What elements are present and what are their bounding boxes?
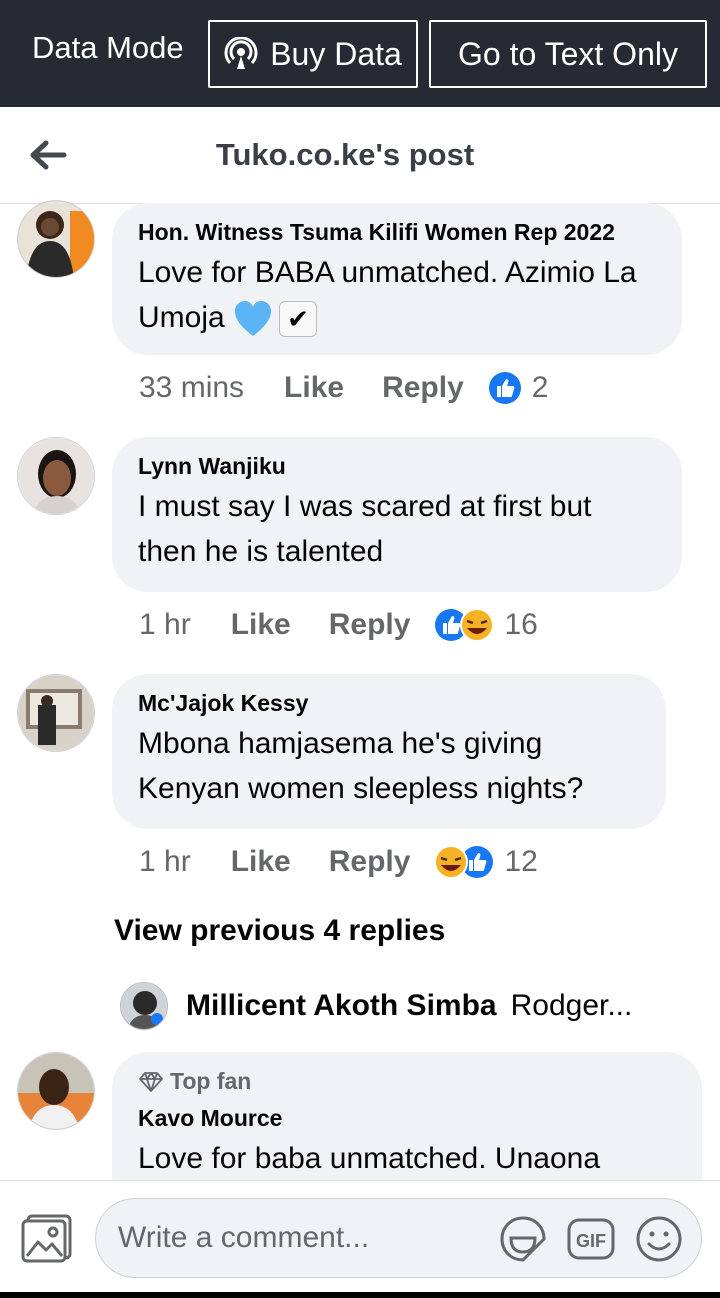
avatar[interactable] [17,437,95,515]
avatar[interactable] [17,1052,95,1130]
reply-preview[interactable]: Millicent Akoth Simba Rodger... [120,980,680,1032]
buy-data-label: Buy Data [270,35,402,72]
diamond-icon [139,1071,163,1092]
reaction-summary[interactable]: 16 [434,608,538,642]
comment-actions: 1 hr Like Reply 12 [139,845,538,879]
page-title: Tuko.co.ke's post [215,137,475,172]
text-only-button[interactable]: Go to Text Only [429,20,707,88]
view-previous-replies-link[interactable]: View previous 4 replies [114,914,445,948]
avatar-photo [18,201,94,277]
reply-button[interactable]: Reply [329,608,411,642]
system-nav-edge [0,1292,720,1298]
comment-author[interactable]: Lynn Wanjiku [138,453,658,480]
like-icon [435,608,495,642]
reply-snippet: Rodger... [510,989,633,1022]
comment-time[interactable]: 1 hr [139,845,191,879]
reply-button[interactable]: Reply [382,371,464,405]
like-button[interactable]: Like [231,845,291,879]
text-only-label: Go to Text Only [458,35,678,72]
comment-text: Love for baba unmatched. Unaona [138,1142,600,1175]
data-mode-label: Data Mode [32,30,184,65]
comment-author[interactable]: Kavo Mource [138,1105,678,1132]
avatar-photo [121,983,167,1029]
comment-actions: 33 mins Like Reply 2 [139,371,548,405]
comment-body: Love for BABA unmatched. Azimio La Umoja [138,256,637,334]
reaction-summary[interactable]: 2 [488,371,549,405]
emoji-icon[interactable] [634,1214,684,1264]
avatar-photo [18,675,94,751]
comment-text: Mbona hamjasema he's giving Kenyan women… [138,727,584,805]
reply-button[interactable]: Reply [329,845,411,879]
haha-icon [434,845,494,879]
comment-placeholder: Write a comment... [118,1221,370,1254]
gif-icon[interactable]: GIF [566,1214,616,1264]
comment-text: I must say I was scared at first but the… [138,490,592,568]
comment-time[interactable]: 1 hr [139,608,191,642]
sticker-icon[interactable] [498,1214,548,1264]
like-icon [488,372,521,404]
like-button[interactable]: Like [231,608,291,642]
photo-icon[interactable] [20,1212,74,1264]
check-mark-icon: ✔ [279,301,318,338]
comment-bubble: Hon. Witness Tsuma Kilifi Women Rep 2022… [112,203,682,355]
reaction-summary[interactable]: 12 [434,845,538,879]
comment-input[interactable]: Write a comment... GIF [95,1198,702,1278]
avatar[interactable] [17,674,95,752]
comment-bubble: Lynn Wanjiku I must say I was scared at … [112,437,682,592]
broadcast-icon [224,37,258,69]
comment-author[interactable]: Hon. Witness Tsuma Kilifi Women Rep 2022 [138,219,658,246]
comment-time[interactable]: 33 mins [139,371,244,405]
avatar[interactable] [17,200,95,278]
comment-actions: 1 hr Like Reply 16 [139,608,538,642]
top-fan-badge: Top fan [138,1068,678,1095]
reaction-count: 16 [504,608,538,641]
comment-text: Love for BABA unmatched. Azimio La Umoja… [138,250,658,340]
top-fan-label: Top fan [170,1068,252,1094]
like-button[interactable]: Like [284,371,344,405]
avatar-photo [18,1053,94,1129]
avatar [120,982,168,1030]
comment-composer: Write a comment... GIF [0,1180,720,1298]
reaction-count: 2 [531,371,549,404]
reaction-count: 12 [504,845,538,878]
blue-heart-icon [235,301,272,337]
reply-author: Millicent Akoth Simba [186,989,497,1022]
comment-bubble: Mc'Jajok Kessy Mbona hamjasema he's givi… [112,674,666,829]
page-header: Tuko.co.ke's post [0,107,720,204]
comment-author[interactable]: Mc'Jajok Kessy [138,690,642,717]
buy-data-button[interactable]: Buy Data [208,20,418,88]
svg-text:GIF: GIF [576,1231,606,1251]
data-mode-bar: Data Mode Buy Data Go to Text Only [0,0,720,107]
avatar-photo [18,438,94,514]
